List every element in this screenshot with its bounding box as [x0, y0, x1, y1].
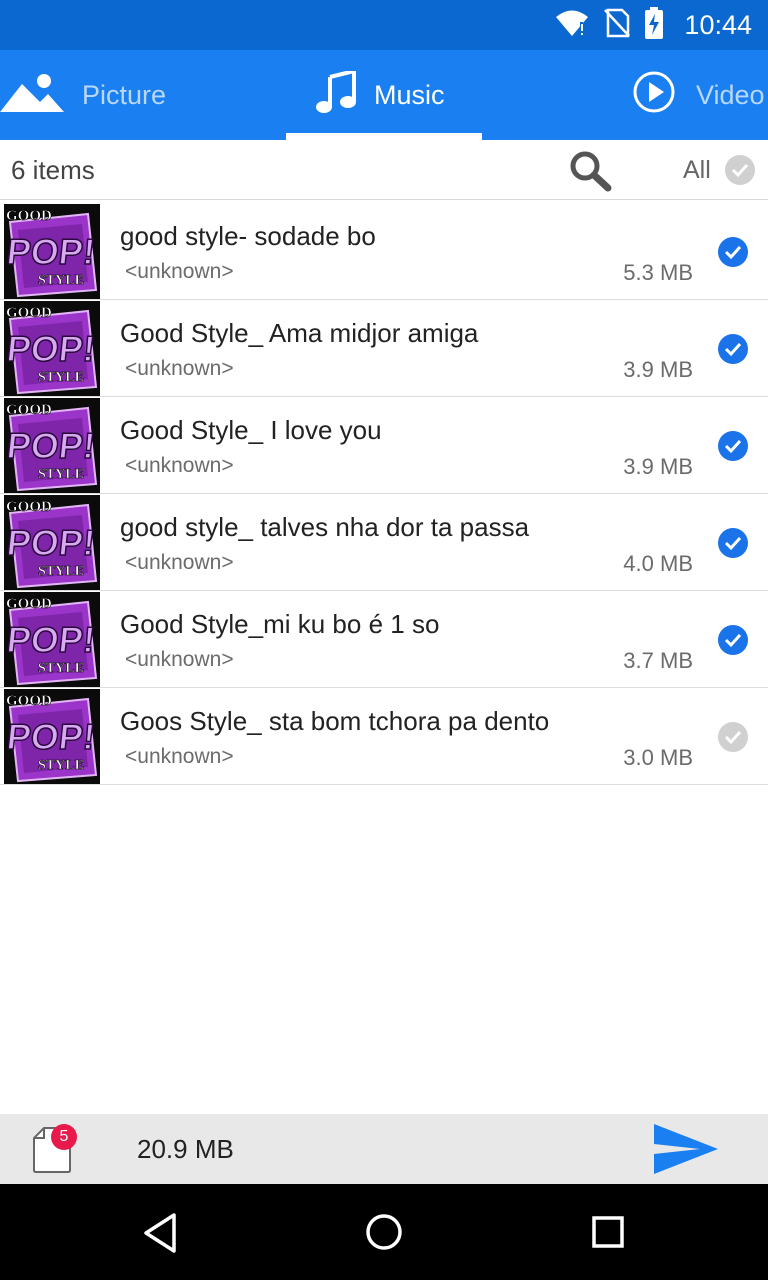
song-artist: <unknown>	[125, 454, 234, 477]
checkbox-checked-icon[interactable]	[717, 527, 749, 559]
svg-text:POP!: POP!	[5, 522, 97, 563]
select-all-label[interactable]: All	[683, 140, 711, 200]
music-list: GOOD POP! STYLE good style- sodade bo <u…	[0, 203, 768, 785]
song-title: Good Style_ I love you	[120, 415, 382, 445]
checkbox-checked-icon[interactable]	[717, 430, 749, 462]
active-tab-indicator	[286, 133, 482, 140]
svg-text:POP!: POP!	[5, 328, 97, 369]
search-icon[interactable]	[568, 150, 614, 192]
file-size: 3.0 MB	[623, 745, 693, 770]
tab-picture-label: Picture	[82, 79, 167, 110]
song-artist: <unknown>	[125, 357, 234, 380]
album-art: GOOD POP! STYLE	[4, 689, 100, 784]
music-note-icon	[316, 67, 356, 120]
list-item[interactable]: GOOD POP! STYLE good style- sodade bo <u…	[0, 203, 768, 300]
selection-count-badge: 5	[51, 1124, 77, 1150]
recents-icon[interactable]	[591, 1215, 625, 1254]
song-artist: <unknown>	[125, 648, 234, 671]
back-icon[interactable]	[140, 1212, 180, 1259]
file-size: 5.3 MB	[623, 260, 693, 285]
album-art: GOOD POP! STYLE	[4, 592, 100, 687]
checkbox-checked-icon[interactable]	[717, 624, 749, 656]
song-title: good style_ talves nha dor ta passa	[120, 512, 530, 542]
battery-charging-icon	[644, 6, 664, 44]
svg-text:GOOD: GOOD	[6, 305, 52, 321]
tab-music[interactable]: Music	[316, 50, 445, 140]
tab-picture[interactable]: Picture	[0, 50, 166, 140]
tab-bar: Picture Music Video	[0, 50, 768, 140]
album-art: GOOD POP! STYLE	[4, 398, 100, 493]
list-item[interactable]: GOOD POP! STYLE Good Style_mi ku bo é 1 …	[0, 591, 768, 688]
album-art: GOOD POP! STYLE	[4, 301, 100, 396]
svg-text:GOOD: GOOD	[6, 693, 52, 709]
svg-text:POP!: POP!	[5, 425, 97, 466]
list-item[interactable]: GOOD POP! STYLE Good Style_ Ama midjor a…	[0, 300, 768, 397]
svg-text:GOOD: GOOD	[6, 596, 52, 612]
no-sim-icon	[604, 8, 631, 43]
tab-video[interactable]: Video	[632, 50, 765, 140]
svg-text:POP!: POP!	[5, 716, 97, 757]
picture-icon	[0, 72, 64, 119]
send-icon[interactable]	[652, 1120, 720, 1183]
song-artist: <unknown>	[125, 260, 234, 283]
svg-text:POP!: POP!	[5, 231, 97, 272]
svg-text:GOOD: GOOD	[6, 499, 52, 515]
file-size: 3.9 MB	[623, 357, 693, 382]
svg-text:STYLE: STYLE	[38, 467, 84, 482]
navigation-bar	[0, 1184, 768, 1280]
svg-text:STYLE: STYLE	[38, 661, 84, 676]
select-all-checkbox[interactable]	[724, 154, 756, 191]
song-title: good style- sodade bo	[120, 221, 376, 251]
song-title: Good Style_mi ku bo é 1 so	[120, 609, 440, 639]
checkbox-checked-icon[interactable]	[717, 333, 749, 365]
list-item[interactable]: GOOD POP! STYLE Goos Style_ sta bom tcho…	[0, 688, 768, 785]
song-artist: <unknown>	[125, 551, 234, 574]
album-art: GOOD POP! STYLE	[4, 495, 100, 590]
tab-video-label: Video	[696, 79, 765, 110]
svg-text:STYLE: STYLE	[38, 370, 84, 385]
album-art: GOOD POP! STYLE	[4, 204, 100, 299]
item-count: 6 items	[11, 155, 95, 185]
tab-music-label: Music	[374, 79, 445, 110]
total-size: 20.9 MB	[137, 1134, 234, 1164]
file-size: 3.7 MB	[623, 648, 693, 673]
status-bar: 10:44	[0, 0, 768, 50]
play-circle-icon	[632, 70, 676, 121]
svg-text:GOOD: GOOD	[6, 402, 52, 418]
wifi-icon	[554, 8, 590, 43]
svg-text:POP!: POP!	[5, 619, 97, 660]
svg-text:GOOD: GOOD	[6, 208, 52, 224]
status-clock: 10:44	[684, 9, 752, 40]
svg-text:STYLE: STYLE	[38, 564, 84, 579]
list-header: 6 items All	[0, 140, 768, 200]
song-title: Goos Style_ sta bom tchora pa dento	[120, 706, 550, 736]
checkbox-unchecked-icon[interactable]	[717, 721, 749, 753]
file-size: 3.9 MB	[623, 454, 693, 479]
file-size: 4.0 MB	[623, 551, 693, 576]
checkbox-checked-icon[interactable]	[717, 236, 749, 268]
song-artist: <unknown>	[125, 745, 234, 768]
list-item[interactable]: GOOD POP! STYLE Good Style_ I love you <…	[0, 397, 768, 494]
home-icon[interactable]	[365, 1213, 403, 1256]
list-item[interactable]: GOOD POP! STYLE good style_ talves nha d…	[0, 494, 768, 591]
song-title: Good Style_ Ama midjor amiga	[120, 318, 479, 348]
svg-text:STYLE: STYLE	[38, 758, 84, 773]
svg-text:STYLE: STYLE	[38, 273, 84, 288]
